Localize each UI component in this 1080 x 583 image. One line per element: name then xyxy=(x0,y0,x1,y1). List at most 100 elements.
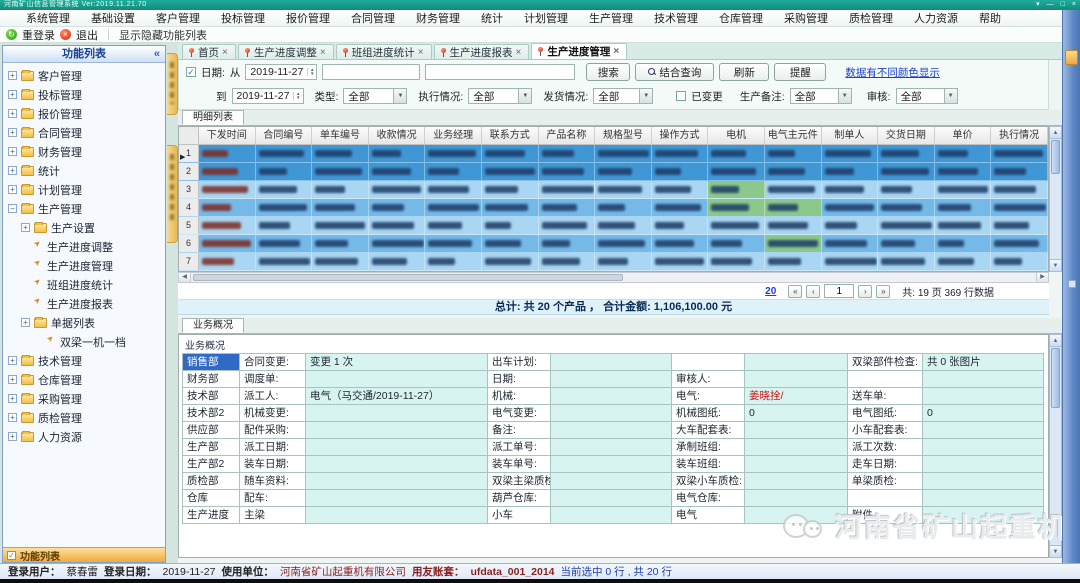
field-value-cell[interactable] xyxy=(551,473,672,490)
field-value-cell[interactable] xyxy=(923,439,1044,456)
expand-icon[interactable]: + xyxy=(21,223,30,232)
business-vertical-scrollbar[interactable]: ▲ ▼ xyxy=(1049,334,1062,558)
table-cell[interactable] xyxy=(935,163,992,180)
minimize-icon[interactable]: — xyxy=(1047,0,1054,10)
dept-cell[interactable]: 供应部 xyxy=(183,422,240,439)
table-cell[interactable] xyxy=(935,253,992,270)
tab-business-overview[interactable]: 业务概况 xyxy=(182,318,244,333)
field-value-cell[interactable]: 电气（马交通/2019-11-27） xyxy=(306,388,488,405)
table-cell[interactable] xyxy=(595,217,652,234)
table-cell[interactable] xyxy=(822,253,879,270)
field-value-cell[interactable] xyxy=(551,422,672,439)
column-header[interactable]: 交货日期 xyxy=(878,127,935,144)
table-cell[interactable] xyxy=(708,199,765,216)
expand-icon[interactable]: + xyxy=(8,413,17,422)
close-icon[interactable]: × xyxy=(222,47,228,58)
column-header[interactable]: 单车编号 xyxy=(312,127,369,144)
toggle-panel-button[interactable]: 显示隐藏功能列表 xyxy=(119,27,207,43)
field-value-cell[interactable] xyxy=(306,405,488,422)
dept-cell[interactable]: 仓库 xyxy=(183,490,240,507)
page-size-link[interactable]: 20 xyxy=(765,286,776,297)
column-header[interactable]: 电气主元件 xyxy=(765,127,822,144)
field-value-cell[interactable] xyxy=(306,507,488,524)
dept-cell[interactable]: 销售部 xyxy=(183,354,240,371)
close-icon[interactable]: × xyxy=(516,47,522,58)
date-filter-checkbox[interactable]: ✓ xyxy=(186,67,196,77)
field-value-cell[interactable] xyxy=(923,371,1044,388)
sidebar-item[interactable]: 双梁一机一档 xyxy=(3,332,165,351)
column-header[interactable]: 联系方式 xyxy=(482,127,539,144)
sidebar-item[interactable]: +单据列表 xyxy=(3,313,165,332)
table-cell[interactable] xyxy=(425,163,482,180)
table-cell[interactable] xyxy=(765,235,822,252)
tab-生产进度报表[interactable]: 生产进度报表× xyxy=(434,44,530,59)
field-value-cell[interactable] xyxy=(306,456,488,473)
close-icon[interactable]: × xyxy=(613,46,619,57)
table-cell[interactable] xyxy=(482,199,539,216)
field-value-cell[interactable] xyxy=(551,507,672,524)
table-cell[interactable] xyxy=(369,199,426,216)
table-cell[interactable] xyxy=(878,181,935,198)
field-value-cell[interactable] xyxy=(745,422,848,439)
table-cell[interactable] xyxy=(539,163,596,180)
sidebar-vertical-tab-2[interactable] xyxy=(167,145,178,243)
table-cell[interactable] xyxy=(312,163,369,180)
table-cell[interactable] xyxy=(256,217,313,234)
page-number-input[interactable] xyxy=(824,284,854,298)
table-cell[interactable] xyxy=(256,181,313,198)
table-cell[interactable] xyxy=(539,145,596,162)
table-cell[interactable] xyxy=(652,145,709,162)
table-cell[interactable] xyxy=(595,253,652,270)
table-cell[interactable] xyxy=(991,235,1048,252)
table-cell[interactable] xyxy=(991,217,1048,234)
table-cell[interactable] xyxy=(199,199,256,216)
table-cell[interactable] xyxy=(256,199,313,216)
table-cell[interactable] xyxy=(708,253,765,270)
expand-icon[interactable]: − xyxy=(8,204,17,213)
field-value-cell[interactable] xyxy=(306,490,488,507)
table-cell[interactable] xyxy=(765,145,822,162)
table-cell[interactable] xyxy=(482,235,539,252)
table-row[interactable]: 1▶ xyxy=(179,145,1048,163)
table-cell[interactable] xyxy=(425,199,482,216)
menu-item-2[interactable]: 基础设置 xyxy=(91,10,135,26)
table-cell[interactable] xyxy=(878,199,935,216)
last-page-button[interactable]: » xyxy=(876,285,890,298)
table-cell[interactable] xyxy=(199,163,256,180)
table-cell[interactable] xyxy=(369,181,426,198)
table-cell[interactable] xyxy=(312,235,369,252)
chevron-down-icon[interactable]: ▼ xyxy=(639,89,652,103)
chevron-down-icon[interactable]: ▼ xyxy=(944,89,957,103)
table-cell[interactable] xyxy=(425,253,482,270)
table-cell[interactable] xyxy=(595,181,652,198)
menu-item-9[interactable]: 计划管理 xyxy=(524,10,568,26)
sidebar-item[interactable]: +仓库管理 xyxy=(3,370,165,389)
column-header[interactable]: 业务经理 xyxy=(425,127,482,144)
prod-note-dropdown[interactable]: 全部▼ xyxy=(790,88,852,104)
table-cell[interactable] xyxy=(652,181,709,198)
table-cell[interactable] xyxy=(991,253,1048,270)
menu-item-10[interactable]: 生产管理 xyxy=(589,10,633,26)
table-cell[interactable] xyxy=(652,199,709,216)
table-cell[interactable] xyxy=(878,253,935,270)
sidebar-item[interactable]: +采购管理 xyxy=(3,389,165,408)
filter-text-input-1[interactable] xyxy=(322,64,420,80)
close-icon[interactable]: × xyxy=(418,47,424,58)
field-value-cell[interactable] xyxy=(306,422,488,439)
table-cell[interactable] xyxy=(708,163,765,180)
exit-button[interactable]: 退出 xyxy=(76,27,98,43)
field-value-cell[interactable] xyxy=(745,473,848,490)
column-header[interactable]: 规格型号 xyxy=(595,127,652,144)
field-value-cell[interactable] xyxy=(923,507,1044,524)
expand-icon[interactable]: + xyxy=(8,356,17,365)
expand-icon[interactable]: + xyxy=(8,432,17,441)
menu-item-5[interactable]: 报价管理 xyxy=(286,10,330,26)
field-value-cell[interactable] xyxy=(551,354,672,371)
table-cell[interactable] xyxy=(369,253,426,270)
dept-cell[interactable]: 生产部2 xyxy=(183,456,240,473)
expand-icon[interactable]: + xyxy=(8,128,17,137)
table-cell[interactable] xyxy=(822,199,879,216)
refresh-button[interactable]: 刷新 xyxy=(719,63,769,81)
table-row[interactable]: 5 xyxy=(179,217,1048,235)
field-value-cell[interactable] xyxy=(551,388,672,405)
